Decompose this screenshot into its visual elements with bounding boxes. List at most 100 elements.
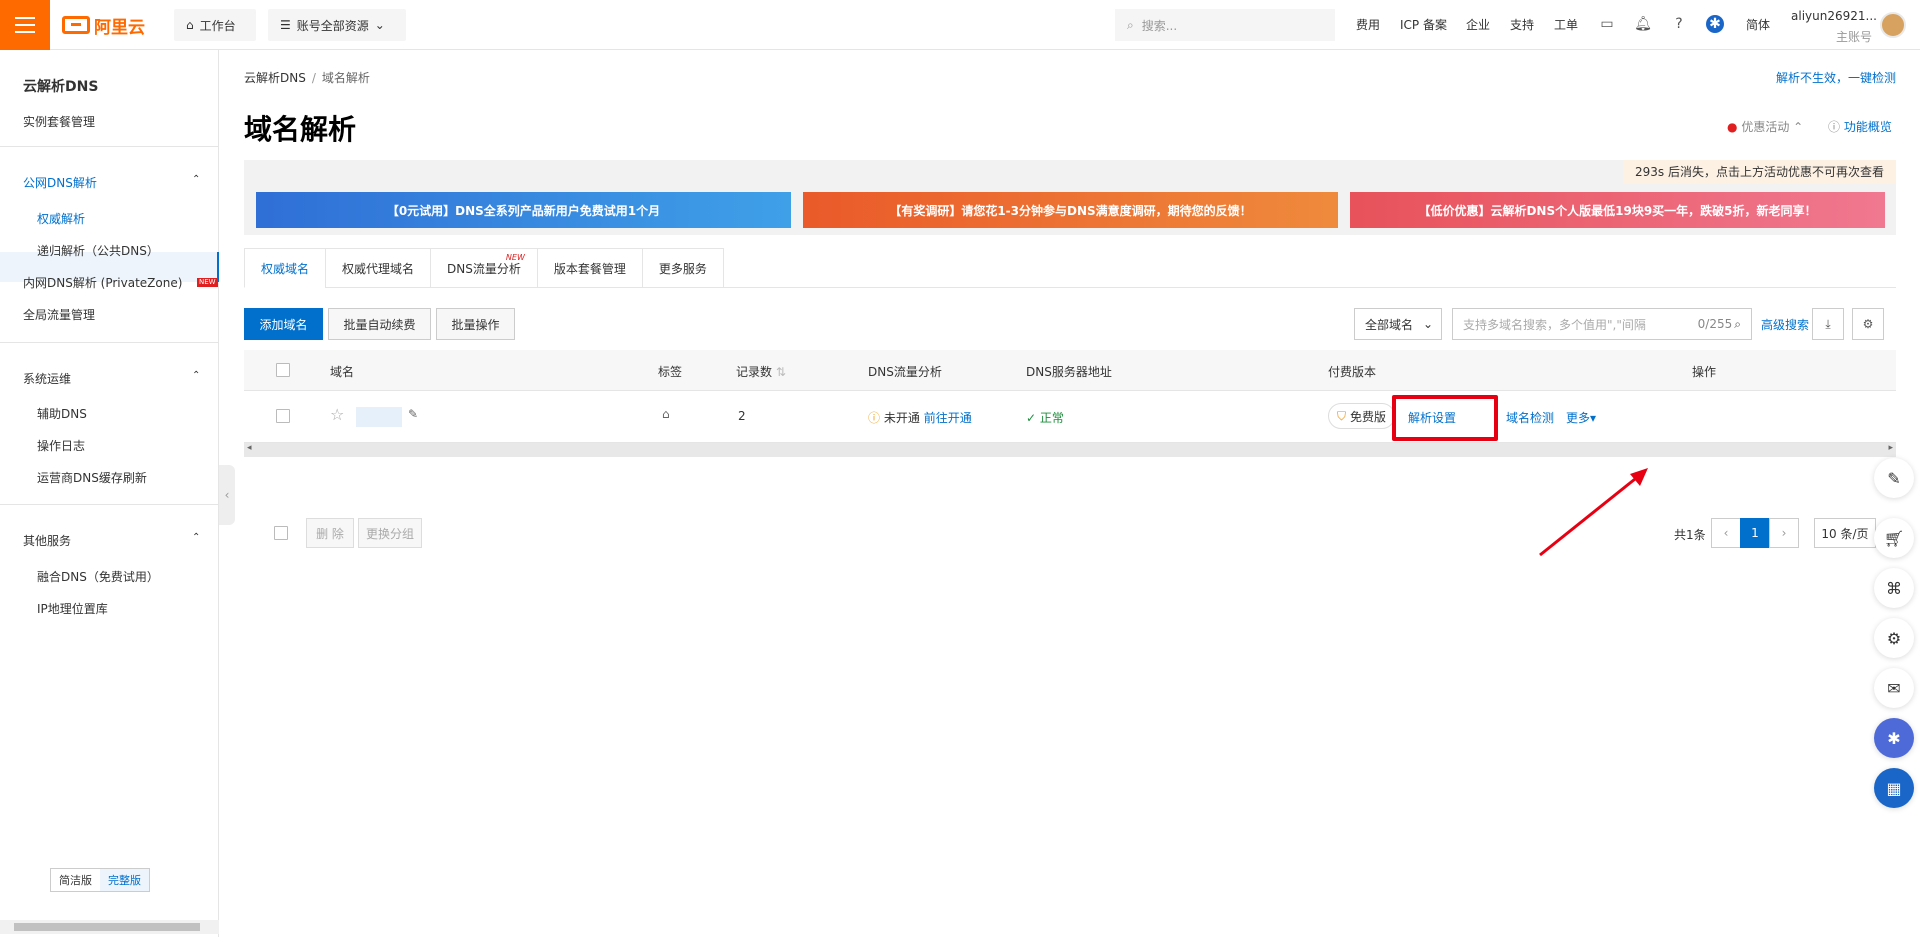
tab-authority-domains[interactable]: 权威域名	[244, 248, 327, 288]
edit-icon[interactable]: ✎	[408, 407, 418, 421]
search-icon[interactable]: ⌕	[1734, 317, 1741, 332]
nav-support[interactable]: 支持	[1510, 16, 1534, 33]
sidebar-group-other[interactable]: 其他服务	[23, 532, 71, 549]
sidebar-item-cache[interactable]: 运营商DNS缓存刷新	[37, 469, 147, 486]
nav-icp[interactable]: ICP 备案	[1400, 16, 1447, 33]
api-icon[interactable]: ⌘	[1874, 568, 1914, 608]
sidebar-item-recursive[interactable]: 递归解析（公共DNS）	[37, 242, 159, 259]
scroll-right-icon[interactable]: ▸	[1888, 443, 1893, 453]
assistant-float-icon[interactable]: ✱	[1874, 718, 1914, 758]
settings-icon[interactable]: ⚙	[1852, 308, 1884, 340]
batch-operation-button[interactable]: 批量操作	[436, 308, 515, 340]
select-all-checkbox[interactable]	[276, 363, 290, 377]
sidebar-item-instance[interactable]: 实例套餐管理	[23, 113, 95, 130]
chevron-up-icon[interactable]: ⌃	[192, 370, 200, 381]
tab-more-services[interactable]: 更多服务	[641, 248, 724, 288]
version-simple-button[interactable]: 简洁版	[51, 869, 100, 891]
resource-selector[interactable]: ☰ 账号全部资源 ⌄	[268, 9, 406, 41]
apps-icon[interactable]: ▦	[1874, 768, 1914, 808]
sidebar-item-fusion[interactable]: 融合DNS（免费试用）	[37, 568, 159, 585]
resource-label: 账号全部资源	[296, 18, 369, 33]
terminal-icon[interactable]: ▭	[1598, 15, 1616, 33]
banner-survey[interactable]: 【有奖调研】请您花1-3分钟参与DNS满意度调研，期待您的反馈！	[803, 192, 1338, 228]
domain-search-input[interactable]: 支持多域名搜索，多个值用","间隔 0/255 ⌕	[1452, 308, 1752, 340]
page-1-button[interactable]: 1	[1740, 518, 1770, 548]
sidebar-item-traffic[interactable]: 全局流量管理	[23, 306, 95, 323]
chevron-up-icon[interactable]: ⌃	[192, 174, 200, 185]
sidebar-item-ip[interactable]: IP地理位置库	[37, 600, 108, 617]
breadcrumb-root[interactable]: 云解析DNS	[244, 71, 306, 85]
breadcrumb-separator: /	[311, 71, 316, 85]
bell-icon[interactable]: 🔔︎	[1634, 15, 1652, 33]
row-checkbox[interactable]	[276, 409, 290, 423]
one-click-check-link[interactable]: 解析不生效，一键检测	[1776, 69, 1896, 86]
chevron-down-icon: ⌄	[1423, 317, 1434, 331]
breadcrumb-current: 域名解析	[321, 71, 370, 85]
stack-icon: ☰	[280, 18, 291, 32]
advanced-search-link[interactable]: 高级搜索	[1761, 316, 1809, 333]
header-traffic: DNS流量分析	[868, 365, 942, 379]
add-domain-button[interactable]: 添加域名	[244, 308, 323, 340]
edition-badge: ⛉ 免费版	[1328, 403, 1396, 429]
next-page-button[interactable]: ›	[1769, 518, 1799, 548]
workbench-button[interactable]: ⌂ 工作台	[174, 9, 256, 41]
table-row: ☆ ✎ ⌂ 2 ⓘ 未开通 前往开通 ✓ 正常 ⛉ 免费版 解析设置 域名检测 更…	[244, 391, 1896, 443]
page-size-select[interactable]: 10 条/页	[1814, 518, 1876, 548]
feature-overview-link[interactable]: ⓘ 功能概览	[1828, 118, 1892, 135]
banner-free-trial[interactable]: 【0元试用】DNS全系列产品新用户免费试用1个月	[256, 192, 791, 228]
cart-icon[interactable]: 🛒︎	[1874, 518, 1914, 558]
tab-authority-proxy[interactable]: 权威代理域名	[325, 248, 432, 288]
arrow-head	[1630, 468, 1648, 486]
collapse-sidebar-handle[interactable]: ‹	[219, 465, 235, 525]
sidebar-group-public-dns[interactable]: 公网DNS解析	[23, 174, 97, 191]
nav-enterprise[interactable]: 企业	[1466, 16, 1490, 33]
help-icon[interactable]: ?	[1670, 15, 1688, 33]
sidebar-item-log[interactable]: 操作日志	[37, 437, 85, 454]
scroll-left-icon[interactable]: ◂	[247, 443, 252, 453]
arrow-line	[1539, 473, 1641, 557]
username[interactable]: aliyun26921...	[1791, 9, 1877, 23]
menu-icon[interactable]	[0, 0, 50, 50]
download-icon[interactable]: ⤓	[1812, 308, 1844, 340]
promo-toggle[interactable]: ● 优惠活动 ⌃	[1727, 118, 1803, 135]
tab-dns-traffic[interactable]: DNS流量分析 NEW	[430, 248, 538, 288]
domain-check-link[interactable]: 域名检测	[1506, 409, 1554, 426]
language-switch[interactable]: 简体	[1746, 16, 1770, 33]
version-full-button[interactable]: 完整版	[100, 869, 149, 891]
global-search-input[interactable]: ⌕ 搜索...	[1115, 9, 1335, 41]
footer-select-all-checkbox[interactable]	[274, 526, 288, 540]
header-records[interactable]: 记录数 ⇅	[736, 363, 786, 380]
scroll-thumb[interactable]	[14, 923, 200, 931]
nav-ticket[interactable]: 工单	[1554, 16, 1578, 33]
edition-text: 免费版	[1350, 409, 1387, 424]
star-icon[interactable]: ☆	[330, 405, 344, 424]
nav-billing[interactable]: 费用	[1356, 16, 1380, 33]
tab-version-packages[interactable]: 版本套餐管理	[536, 248, 643, 288]
message-icon[interactable]: ✉	[1874, 668, 1914, 708]
sidebar-item-authority[interactable]: 权威解析	[37, 210, 85, 227]
domain-filter-select[interactable]: 全部域名 ⌄	[1354, 308, 1442, 340]
sidebar-item-private[interactable]: 内网DNS解析 (PrivateZone)	[23, 274, 182, 291]
chevron-up-icon[interactable]: ⌃	[192, 532, 200, 543]
batch-renew-button[interactable]: 批量自动续费	[328, 308, 431, 340]
table-horizontal-scrollbar[interactable]: ◂ ▸	[244, 443, 1896, 457]
change-group-button[interactable]: 更换分组	[358, 518, 422, 548]
dns-status: ✓ 正常	[1026, 409, 1064, 426]
delete-button[interactable]: 删 除	[306, 518, 354, 548]
domain-name-masked[interactable]	[356, 407, 402, 427]
tag-icon[interactable]: ⌂	[662, 407, 670, 421]
edit-float-icon[interactable]: ✎	[1874, 458, 1914, 498]
sidebar-scrollbar[interactable]	[0, 920, 219, 934]
sidebar-group-ops[interactable]: 系统运维	[23, 370, 71, 387]
more-actions-link[interactable]: 更多▾	[1566, 409, 1596, 426]
banner-discount[interactable]: 【低价优惠】云解析DNS个人版最低19块9买一年，跌破5折，新老同享！	[1350, 192, 1885, 228]
gear-float-icon[interactable]: ⚙	[1874, 618, 1914, 658]
avatar[interactable]	[1880, 12, 1906, 38]
aliyun-logo[interactable]: 阿里云	[62, 14, 145, 38]
shield-icon: ⛉	[1337, 408, 1347, 423]
sidebar-item-aux-dns[interactable]: 辅助DNS	[37, 405, 87, 422]
dns-status-text: 正常	[1039, 411, 1064, 425]
assistant-icon[interactable]: ✱	[1706, 15, 1724, 33]
prev-page-button[interactable]: ‹	[1711, 518, 1741, 548]
enable-traffic-link[interactable]: 前往开通	[924, 411, 972, 425]
